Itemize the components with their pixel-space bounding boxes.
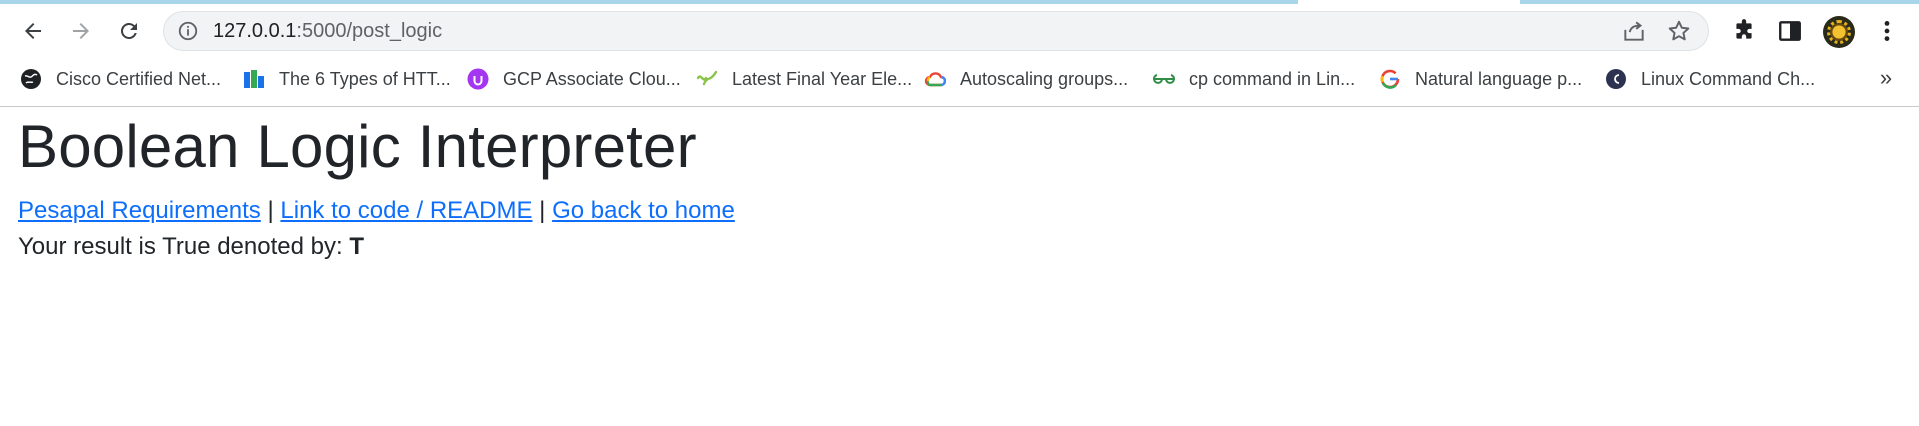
bookmark-label: Autoscaling groups... bbox=[960, 68, 1129, 89]
reload-icon bbox=[120, 22, 137, 39]
side-panel-icon[interactable] bbox=[1777, 18, 1803, 44]
share-icon[interactable] bbox=[1621, 18, 1647, 44]
page-title: Boolean Logic Interpreter bbox=[18, 113, 697, 180]
site-info-icon[interactable] bbox=[177, 20, 199, 42]
bookmark-label: Linux Command Ch... bbox=[1641, 68, 1816, 89]
browser-toolbar: 127.0.0.1:5000/post_logic bbox=[0, 4, 1919, 58]
pesapal-requirements-link[interactable]: Pesapal Requirements bbox=[18, 197, 261, 224]
bookmark-item[interactable]: Autoscaling groups... bbox=[924, 58, 1128, 100]
arrow-left-icon bbox=[25, 23, 41, 39]
url-text[interactable]: 127.0.0.1:5000/post_logic bbox=[213, 20, 442, 42]
result-value: T bbox=[349, 233, 364, 260]
arrow-right-icon bbox=[73, 23, 89, 39]
bookmarks-overflow-button[interactable]: » bbox=[1874, 66, 1898, 90]
green-squiggle-icon bbox=[696, 70, 718, 86]
google-g-icon bbox=[1380, 69, 1400, 89]
bookmark-item[interactable]: Latest Final Year Ele... bbox=[696, 58, 912, 100]
home-link[interactable]: Go back to home bbox=[552, 197, 735, 224]
back-button[interactable] bbox=[14, 12, 52, 50]
bookmark-label: The 6 Types of HTT... bbox=[279, 68, 451, 89]
reload-button[interactable] bbox=[110, 12, 148, 50]
bookmark-item[interactable]: GCP Associate Clou... bbox=[467, 58, 681, 100]
extensions-icon[interactable] bbox=[1731, 18, 1757, 44]
bookmark-label: Natural language p... bbox=[1415, 68, 1583, 89]
link-separator: | bbox=[267, 197, 274, 224]
bookmark-label: cp command in Lin... bbox=[1189, 68, 1356, 89]
page-content: Boolean Logic Interpreter Pesapal Requir… bbox=[18, 107, 1898, 263]
cisco-globe-icon bbox=[21, 69, 41, 89]
bookmark-label: Latest Final Year Ele... bbox=[732, 68, 913, 89]
geeksforgeeks-icon bbox=[1153, 74, 1175, 84]
result-line: Your result is True denoted by: T bbox=[18, 231, 1898, 263]
avatar-flower-icon bbox=[1827, 20, 1851, 44]
bookmark-item[interactable]: Linux Command Ch... bbox=[1605, 58, 1815, 100]
url-path: :5000/post_logic bbox=[296, 20, 443, 42]
nav-links: Pesapal Requirements | Link to code / RE… bbox=[18, 195, 1898, 227]
address-bar[interactable]: 127.0.0.1:5000/post_logic bbox=[163, 11, 1709, 51]
bookmarks-bar: Cisco Certified Net... The 6 Types of HT… bbox=[0, 58, 1919, 107]
profile-avatar[interactable] bbox=[1823, 16, 1855, 48]
bookmark-label: Cisco Certified Net... bbox=[56, 68, 222, 89]
circle-letter-icon bbox=[1606, 69, 1626, 89]
bookmark-item[interactable]: Cisco Certified Net... bbox=[20, 58, 221, 100]
hashnode-icon bbox=[244, 70, 264, 88]
url-host: 127.0.0.1 bbox=[213, 20, 297, 42]
google-cloud-icon bbox=[924, 72, 946, 87]
forward-button[interactable] bbox=[62, 12, 100, 50]
udemy-icon bbox=[467, 68, 489, 90]
link-separator: | bbox=[539, 197, 546, 224]
menu-kebab-icon[interactable] bbox=[1874, 18, 1900, 44]
bookmark-item[interactable]: Natural language p... bbox=[1379, 58, 1582, 100]
bookmark-item[interactable]: The 6 Types of HTT... bbox=[243, 58, 451, 100]
code-readme-link[interactable]: Link to code / README bbox=[280, 197, 532, 224]
bookmark-label: GCP Associate Clou... bbox=[503, 68, 681, 89]
bookmark-star-icon[interactable] bbox=[1666, 18, 1692, 44]
bookmark-item[interactable]: cp command in Lin... bbox=[1153, 58, 1355, 100]
result-prefix: Your result is True denoted by: bbox=[18, 233, 343, 260]
